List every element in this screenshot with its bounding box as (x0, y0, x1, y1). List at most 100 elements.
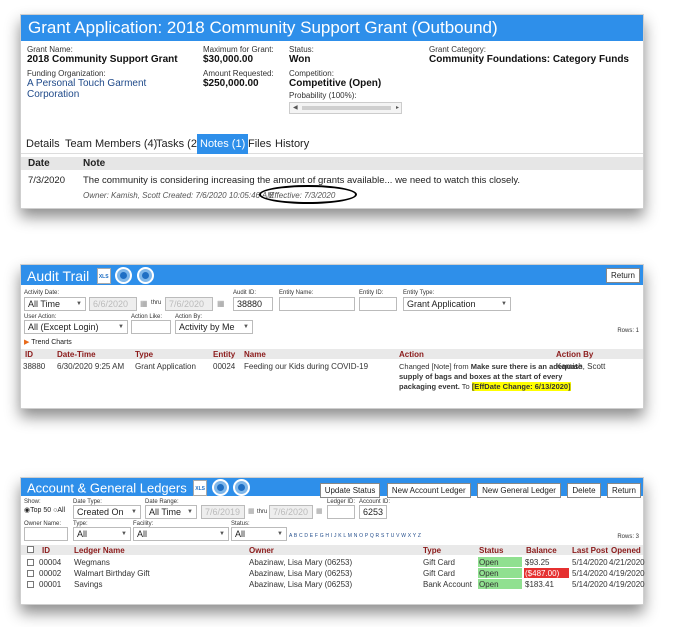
facility-select[interactable]: All ▼ (133, 527, 229, 541)
date-type-select[interactable]: Created On ▼ (73, 505, 141, 519)
ledger-col-owner[interactable]: Owner (249, 546, 274, 555)
slider-right-arrow-icon[interactable]: ▸ (396, 104, 399, 111)
audit-col-entity[interactable]: Entity (213, 350, 235, 359)
refresh-icon[interactable] (233, 479, 251, 497)
alphabet-filter[interactable]: A B C D E F G H I J K L M N O P Q R S T … (289, 533, 421, 539)
owner-name-input[interactable] (24, 527, 68, 541)
row-checkbox[interactable] (27, 581, 34, 588)
audit-return-button[interactable]: Return (605, 268, 640, 283)
notes-header-row: Date Note (21, 157, 643, 170)
tab-files[interactable]: Files (248, 138, 271, 150)
ledger-col-status[interactable]: Status (479, 546, 503, 555)
row-checkbox[interactable] (27, 570, 34, 577)
back-icon[interactable] (115, 267, 133, 285)
ledger-id: 00002 (39, 569, 62, 578)
ledger-col-id[interactable]: ID (42, 546, 50, 555)
entity-name-input[interactable] (279, 297, 355, 311)
ledger-status: Open (478, 579, 522, 589)
grant-title-bar: Grant Application: 2018 Community Suppor… (21, 15, 643, 41)
ledger-name: Walmart Birthday Gift (74, 569, 150, 578)
table-row[interactable]: 00002 Walmart Birthday Gift Abazinaw, Li… (21, 568, 645, 579)
status-filter-select[interactable]: All ▼ (231, 527, 287, 541)
grant-category-value: Community Foundations: Category Funds (429, 54, 629, 65)
ledger-id: 00001 (39, 580, 62, 589)
action-by-select[interactable]: Activity by Me ▼ (175, 320, 253, 334)
ledger-header-row: ID Ledger Name Owner Type Status Balance… (21, 545, 643, 555)
calendar-icon[interactable]: ▦ (316, 507, 323, 515)
audit-col-name[interactable]: Name (244, 350, 266, 359)
ledger-col-last-post[interactable]: Last Post (572, 546, 608, 555)
audit-trail-panel: Audit Trail XLS Return Activity Date: Al… (20, 264, 644, 409)
delete-button[interactable]: Delete (567, 483, 601, 498)
update-status-button[interactable]: Update Status (319, 483, 381, 498)
competition-label: Competition: (289, 69, 334, 78)
probability-slider[interactable]: ◀ ▸ (289, 102, 402, 114)
chevron-down-icon: ▼ (76, 301, 82, 307)
audit-id-input[interactable]: 38880 (233, 297, 273, 311)
excel-export-icon[interactable]: XLS (193, 479, 208, 496)
audit-date-to[interactable]: 7/6/2020 (165, 297, 213, 311)
grant-application-panel: Grant Application: 2018 Community Suppor… (20, 14, 644, 209)
audit-id-label: Audit ID: (233, 290, 257, 296)
slider-left-arrow-icon[interactable]: ◀ (293, 104, 298, 111)
table-row[interactable]: 00004 Wegmans Abazinaw, Lisa Mary (06253… (21, 557, 645, 568)
ledger-id-input[interactable] (327, 505, 355, 519)
new-account-ledger-button[interactable]: New Account Ledger (386, 483, 471, 498)
ledger-return-button[interactable]: Return (606, 483, 641, 498)
ledger-owner: Abazinaw, Lisa Mary (06253) (249, 569, 353, 578)
select-all-checkbox[interactable] (27, 546, 34, 553)
excel-export-icon[interactable]: XLS (96, 267, 111, 284)
new-general-ledger-button[interactable]: New General Ledger (477, 483, 561, 498)
action-prefix: Changed [Note] from (399, 362, 471, 371)
ledger-name: Wegmans (74, 558, 110, 567)
ledger-last-post: 5/14/2020 (572, 558, 608, 567)
date-range-select[interactable]: All Time ▼ (145, 505, 197, 519)
calendar-icon[interactable]: ▦ (217, 299, 225, 308)
ledger-col-opened[interactable]: Opened (611, 546, 641, 555)
row-checkbox[interactable] (27, 559, 34, 566)
back-icon[interactable] (211, 479, 229, 497)
ledger-col-type[interactable]: Type (423, 546, 441, 555)
account-id-input[interactable]: 6253 (359, 505, 387, 519)
funding-org-link[interactable]: A Personal Touch Garment Corporation (27, 78, 197, 100)
audit-row-entity: 00024 (213, 362, 236, 371)
ledger-date-to[interactable]: 7/6/2020 (269, 505, 313, 519)
tab-team-members[interactable]: Team Members (4) (65, 138, 157, 150)
audit-col-action-by[interactable]: Action By (556, 350, 593, 359)
tab-tasks[interactable]: Tasks (2) (156, 138, 201, 150)
tab-history[interactable]: History (275, 138, 309, 150)
refresh-icon[interactable] (136, 267, 154, 285)
user-action-select[interactable]: All (Except Login) ▼ (24, 320, 128, 334)
ledger-col-name[interactable]: Ledger Name (74, 546, 125, 555)
audit-col-action[interactable]: Action (399, 350, 424, 359)
chevron-down-icon: ▼ (118, 324, 124, 330)
audit-date-from[interactable]: 6/6/2020 (89, 297, 137, 311)
audit-col-type[interactable]: Type (135, 350, 153, 359)
ledger-type: Bank Account (423, 580, 472, 589)
note-row[interactable]: 7/3/2020 The community is considering in… (21, 173, 643, 205)
trend-charts-toggle[interactable]: ▶ Trend Charts (24, 338, 72, 346)
audit-col-id[interactable]: ID (25, 350, 33, 359)
type-filter-select[interactable]: All ▼ (73, 527, 131, 541)
ledger-opened: 4/19/2020 (609, 580, 645, 589)
table-row[interactable]: 00001 Savings Abazinaw, Lisa Mary (06253… (21, 579, 645, 590)
audit-row[interactable]: 38880 6/30/2020 9:25 AM Grant Applicatio… (21, 361, 643, 401)
effective-highlight-ellipse (259, 185, 357, 204)
tab-details[interactable]: Details (26, 138, 60, 150)
calendar-icon[interactable]: ▦ (248, 507, 255, 515)
ledger-date-from[interactable]: 7/6/2019 (201, 505, 245, 519)
trend-charts-label: Trend Charts (31, 339, 72, 346)
amount-requested-label: Amount Requested: (203, 69, 274, 78)
tab-notes[interactable]: Notes (1) (197, 134, 249, 154)
entity-id-input[interactable] (359, 297, 397, 311)
action-like-input[interactable] (131, 320, 171, 334)
ledger-owner: Abazinaw, Lisa Mary (06253) (249, 580, 353, 589)
activity-date-select[interactable]: All Time ▼ (24, 297, 86, 311)
slider-track (302, 106, 391, 110)
audit-col-datetime[interactable]: Date-Time (57, 350, 96, 359)
audit-header-row: ID Date-Time Type Entity Name Action Act… (21, 349, 643, 359)
calendar-icon[interactable]: ▦ (140, 299, 148, 308)
status-label: Status: (289, 45, 314, 54)
ledger-col-balance[interactable]: Balance (526, 546, 557, 555)
entity-type-select[interactable]: Grant Application ▼ (403, 297, 511, 311)
